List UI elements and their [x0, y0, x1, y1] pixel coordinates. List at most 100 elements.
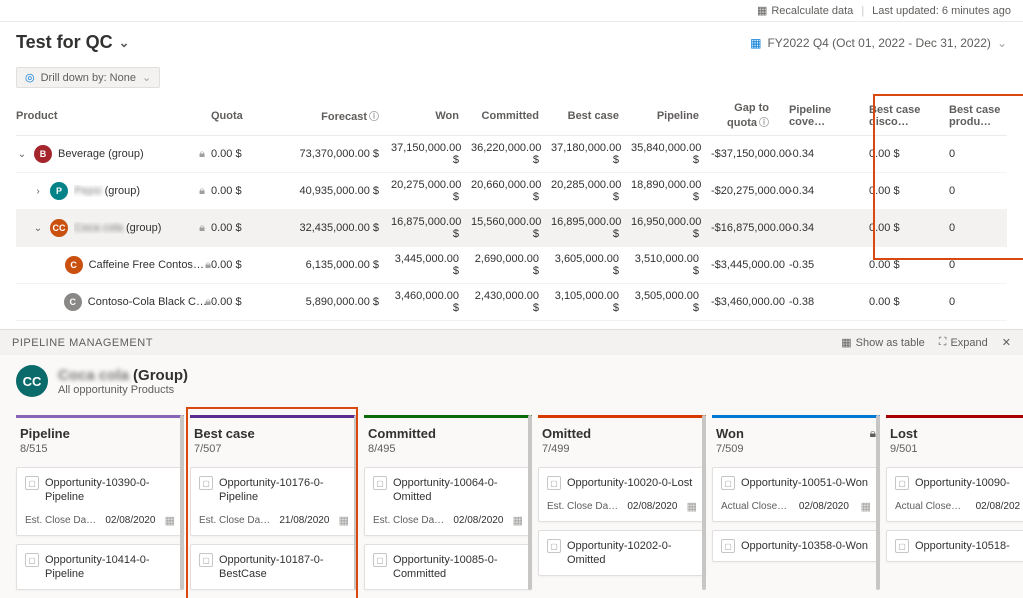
cell-pcov: -0.34 — [781, 185, 861, 197]
cell-forecast: 5,890,000.00 $ — [291, 296, 391, 308]
group-header: CC Coca cola (Group) All opportunity Pro… — [0, 355, 1023, 407]
card-icon: ▢ — [547, 539, 561, 553]
expand-chevron-icon[interactable]: ⌄ — [16, 149, 28, 160]
cell-bestcase: 3,105,000.00 $ — [551, 290, 631, 314]
scrollbar[interactable] — [180, 415, 184, 590]
pipeline-mgmt-label: PIPELINE MANAGEMENT — [12, 337, 153, 349]
expand-chevron-icon[interactable]: › — [32, 186, 44, 197]
card-date: 02/08/2020 — [105, 515, 155, 526]
cell-bdisc: 0.00 $ — [861, 185, 941, 197]
date-label: Est. Close Da… — [199, 515, 270, 526]
cell-bprod: 0 — [941, 259, 1001, 271]
chevron-down-icon: ⌄ — [997, 36, 1007, 50]
card-icon: ▢ — [373, 476, 387, 490]
cell-pipeline: 3,505,000.00 $ — [631, 290, 711, 314]
table-row[interactable]: C Caffeine Free Contoso-Cola 🔒︎ 0.00 $ 6… — [16, 247, 1007, 284]
close-icon[interactable]: ✕ — [1002, 336, 1011, 349]
separator: | — [861, 5, 864, 17]
cell-quota: 0.00 $ — [211, 222, 291, 234]
col-pipeline[interactable]: Pipeline — [631, 110, 711, 122]
opportunity-card[interactable]: ▢Opportunity-10518- — [886, 530, 1023, 562]
column-title: Won — [716, 426, 744, 441]
card-title: Opportunity-10064-0-Omitted — [393, 476, 523, 504]
card-date: 02/08/2020 — [453, 515, 503, 526]
chevron-down-icon: ⌄ — [142, 71, 151, 84]
cell-gap: -$3,445,000.00 — [711, 259, 781, 271]
scrollbar[interactable] — [528, 415, 532, 590]
row-badge: C — [65, 256, 83, 274]
column-count: 8/515 — [20, 443, 180, 455]
cell-bdisc: 0.00 $ — [861, 296, 941, 308]
scrollbar[interactable] — [354, 415, 358, 590]
cell-forecast: 6,135,000.00 $ — [291, 259, 391, 271]
chevron-down-icon: ⌄ — [119, 35, 130, 51]
table-row[interactable]: ⌄ CC Coca cola (group) 🔒︎ 0.00 $ 32,435,… — [16, 210, 1007, 247]
cell-quota: 0.00 $ — [211, 259, 291, 271]
row-name: Coca cola (group) — [74, 222, 161, 234]
opportunity-card[interactable]: ▢Opportunity-10414-0-Pipeline — [16, 544, 184, 590]
kanban-column: Won🔒︎ 7/509 ▢Opportunity-10051-0-Won Act… — [712, 415, 880, 590]
last-updated-text: Last updated: 6 minutes ago — [872, 5, 1011, 17]
cell-pipeline: 18,890,000.00 $ — [631, 179, 711, 203]
card-icon: ▢ — [547, 476, 561, 490]
opportunity-card[interactable]: ▢Opportunity-10064-0-Omitted Est. Close … — [364, 467, 532, 536]
column-title: Lost — [890, 426, 917, 441]
period-selector[interactable]: ▦FY2022 Q4 (Oct 01, 2022 - Dec 31, 2022)… — [750, 36, 1007, 50]
opportunity-card[interactable]: ▢Opportunity-10176-0-Pipeline Est. Close… — [190, 467, 358, 536]
card-icon: ▢ — [721, 539, 735, 553]
kanban-column: Pipeline 8/515 ▢Opportunity-10390-0-Pipe… — [16, 415, 184, 590]
cell-won: 16,875,000.00 $ — [391, 216, 471, 240]
cell-bprod: 0 — [941, 148, 1001, 160]
col-product[interactable]: Product — [16, 110, 211, 122]
opportunity-card[interactable]: ▢Opportunity-10202-0-Omitted — [538, 530, 706, 576]
opportunity-card[interactable]: ▢Opportunity-10390-0-Pipeline Est. Close… — [16, 467, 184, 536]
expand-button[interactable]: ⛶Expand — [939, 336, 988, 349]
card-title: Opportunity-10414-0-Pipeline — [45, 553, 175, 581]
opportunity-card[interactable]: ▢Opportunity-10187-0-BestCase — [190, 544, 358, 590]
cell-won: 3,445,000.00 $ — [391, 253, 471, 277]
group-title: Coca cola (Group) — [58, 367, 188, 384]
col-pipeline-coverage[interactable]: Pipeline cove… — [781, 104, 861, 128]
recalc-icon: ▦ — [757, 4, 767, 17]
drill-down-button[interactable]: ◎Drill down by: None⌄ — [16, 67, 160, 88]
column-header: Pipeline 8/515 — [16, 415, 184, 459]
col-quota[interactable]: Quota — [211, 110, 291, 122]
lock-icon: 🔒︎ — [199, 148, 205, 161]
col-committed[interactable]: Committed — [471, 110, 551, 122]
col-bestcase-produ[interactable]: Best case produ… — [941, 104, 1001, 128]
row-name: Contoso-Cola Black Cherry Va — [88, 296, 209, 308]
scrollbar[interactable] — [702, 415, 706, 590]
table-row[interactable]: › P Pepsi (group) 🔒︎ 0.00 $ 40,935,000.0… — [16, 173, 1007, 210]
opportunity-card[interactable]: ▢Opportunity-10085-0-Committed — [364, 544, 532, 590]
card-title: Opportunity-10090- — [915, 476, 1010, 490]
table-icon: ▦ — [841, 336, 851, 349]
col-bestcase-disco[interactable]: Best case disco… — [861, 104, 941, 128]
col-gap[interactable]: Gap to quotaⓘ — [711, 102, 781, 129]
scrollbar[interactable] — [876, 415, 880, 590]
col-forecast[interactable]: Forecastⓘ — [291, 108, 391, 123]
recalculate-link[interactable]: ▦Recalculate data — [757, 4, 853, 17]
info-icon: ⓘ — [759, 118, 769, 129]
cell-gap: -$3,460,000.00 — [711, 296, 781, 308]
kanban-column: Lost 9/501 ▢Opportunity-10090- Actual Cl… — [886, 415, 1023, 590]
col-bestcase[interactable]: Best case — [551, 110, 631, 122]
pipeline-mgmt-header: PIPELINE MANAGEMENT ▦Show as table ⛶Expa… — [0, 329, 1023, 355]
expand-chevron-icon[interactable]: ⌄ — [32, 223, 44, 234]
card-title: Opportunity-10176-0-Pipeline — [219, 476, 349, 504]
calendar-icon: ▦ — [861, 500, 871, 513]
show-as-table-button[interactable]: ▦Show as table — [841, 336, 925, 349]
calendar-icon: ▦ — [687, 500, 697, 513]
grid-header-row: Product Quota Forecastⓘ Won Committed Be… — [16, 96, 1007, 136]
cell-won: 37,150,000.00 $ — [391, 142, 471, 166]
cell-forecast: 32,435,000.00 $ — [291, 222, 391, 234]
table-row[interactable]: C Contoso-Cola Black Cherry Va 🔒︎ 0.00 $… — [16, 284, 1007, 321]
page-header: Test for QC⌄ ▦FY2022 Q4 (Oct 01, 2022 - … — [0, 22, 1023, 63]
opportunity-card[interactable]: ▢Opportunity-10358-0-Won — [712, 530, 880, 562]
drill-toolbar: ◎Drill down by: None⌄ — [0, 63, 1023, 96]
lock-icon: 🔒︎ — [199, 185, 205, 198]
cell-forecast: 40,935,000.00 $ — [291, 185, 391, 197]
cell-bprod: 0 — [941, 185, 1001, 197]
page-title[interactable]: Test for QC⌄ — [16, 32, 130, 53]
table-row[interactable]: ⌄ B Beverage (group) 🔒︎ 0.00 $ 73,370,00… — [16, 136, 1007, 173]
col-won[interactable]: Won — [391, 110, 471, 122]
